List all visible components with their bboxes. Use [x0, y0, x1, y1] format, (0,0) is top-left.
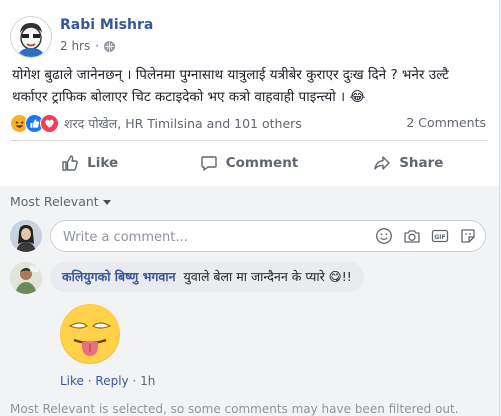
share-button[interactable]: Share [329, 146, 488, 180]
comment-count[interactable]: 2 Comments [406, 115, 486, 130]
gif-icon[interactable]: GIF [431, 227, 449, 245]
comment-author[interactable]: कलियुगको बिष्णु भगवान [62, 269, 176, 284]
author-avatar[interactable] [10, 16, 52, 58]
sort-dropdown[interactable]: Most Relevant [10, 194, 111, 209]
post-text: योगेश बुढाले जानेनछन् । पिलेनमा पुग्नासा… [12, 67, 449, 105]
post-time[interactable]: 2 hrs [60, 39, 90, 53]
dot-separator: · [95, 39, 100, 53]
comment-input[interactable] [61, 226, 365, 248]
svg-text:GIF: GIF [434, 234, 445, 241]
author-name[interactable]: Rabi Mishra [60, 17, 153, 33]
thumbs-up-icon [62, 155, 78, 171]
current-user-avatar [10, 220, 42, 252]
comment-like-link[interactable]: Like [60, 374, 84, 388]
globe-icon [104, 40, 116, 52]
chevron-down-icon [102, 200, 111, 205]
comment-actions: Like · Reply · 1h [60, 374, 155, 388]
comment-time[interactable]: 1h [140, 374, 155, 388]
like-label: Like [87, 155, 119, 171]
divider [10, 140, 488, 141]
speech-bubble-icon [201, 156, 217, 171]
comment-bubble: कलियुगको बिष्णु भगवान युवाले बेला मा जान… [50, 262, 364, 292]
share-arrow-icon [374, 156, 390, 170]
reactions-summary[interactable]: शरद पोखेल, HR Timilsina and 101 others 2… [10, 113, 490, 133]
comment-label: Comment [225, 155, 299, 171]
filter-notice: Most Relevant is selected, so some comme… [10, 402, 459, 416]
composer-tools: GIF [375, 227, 477, 245]
comment-button[interactable]: Comment [169, 146, 328, 180]
comment-reply-link[interactable]: Reply [95, 374, 128, 388]
tongue-out-emoji-icon [60, 304, 120, 364]
comment-text: युवाले बेला मा जान्दैनन के प्यारे 😋!! [183, 269, 352, 284]
love-reaction-icon [40, 114, 59, 133]
like-button[interactable]: Like [10, 146, 169, 180]
reaction-names[interactable]: शरद पोखेल, HR Timilsina and 101 others [64, 115, 302, 132]
share-label: Share [399, 155, 444, 171]
post-card: Rabi Mishra 2 hrs · योगेश बुढाले जानेनछन… [0, 0, 500, 416]
dot-separator: · [132, 374, 141, 388]
author-avatar-image [11, 17, 51, 57]
comments-section: Most Relevant Write a comment... GIF कलि… [0, 186, 499, 416]
post-meta: 2 hrs · [60, 39, 116, 53]
reaction-icons [10, 114, 59, 133]
commenter-avatar[interactable] [10, 262, 42, 294]
comment-box: GIF [50, 220, 486, 252]
sort-label: Most Relevant [10, 194, 99, 209]
comment-composer: GIF [10, 219, 488, 253]
post-header: Rabi Mishra 2 hrs · [10, 12, 490, 58]
emoji-smile-icon[interactable] [375, 227, 393, 245]
action-bar: Like Comment Share [10, 146, 488, 180]
camera-icon[interactable] [403, 227, 421, 245]
sticker-icon[interactable] [459, 227, 477, 245]
